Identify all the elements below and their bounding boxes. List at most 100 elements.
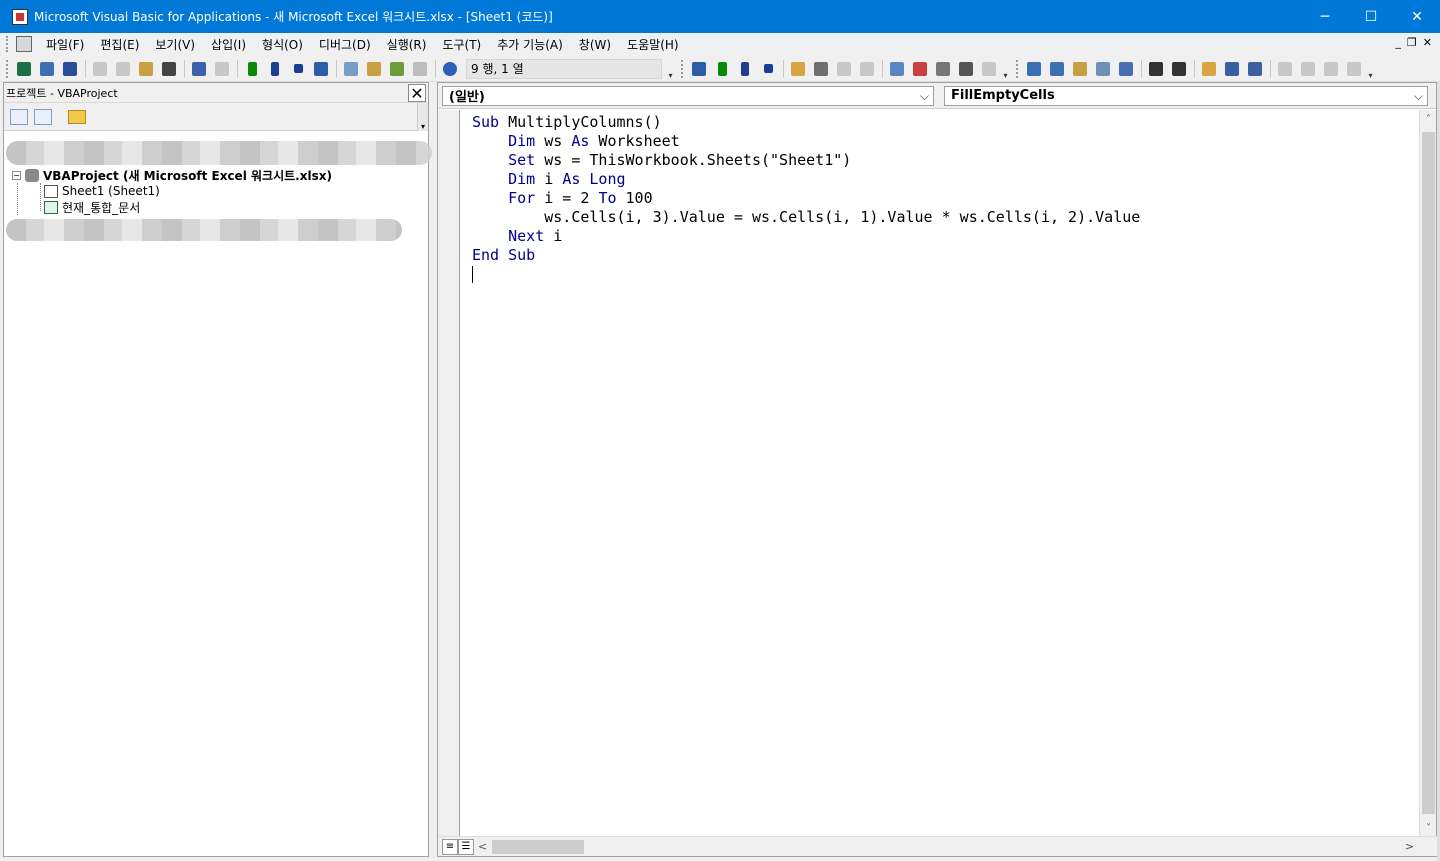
mdi-restore-button[interactable]: ❐ bbox=[1407, 36, 1417, 49]
toolbar-overflow-chevron[interactable]: ▾ bbox=[1001, 58, 1010, 80]
horizontal-scroll-thumb[interactable] bbox=[492, 840, 584, 854]
menu-view[interactable]: 보기(V) bbox=[147, 36, 203, 53]
call-stack-button[interactable] bbox=[978, 58, 1000, 80]
maximize-button[interactable]: ☐ bbox=[1348, 0, 1394, 33]
locals-window-button[interactable] bbox=[886, 58, 908, 80]
code-margin-indicator-bar[interactable] bbox=[438, 110, 460, 838]
menu-run[interactable]: 실행(R) bbox=[379, 36, 435, 53]
procedure-dropdown[interactable]: FillEmptyCells ⌵ bbox=[944, 85, 1428, 106]
copy-button[interactable] bbox=[112, 58, 134, 80]
object-browser-button[interactable] bbox=[386, 58, 408, 80]
menu-addins[interactable]: 추가 기능(A) bbox=[489, 36, 571, 53]
run-button[interactable] bbox=[241, 58, 263, 80]
object-browser-icon bbox=[390, 61, 404, 76]
collapse-icon[interactable]: − bbox=[12, 170, 21, 180]
toolbar-grip[interactable] bbox=[6, 59, 10, 78]
menu-debug[interactable]: 디버그(D) bbox=[311, 36, 379, 53]
close-button[interactable]: ✕ bbox=[1394, 0, 1440, 33]
toggle-breakpoint-button[interactable] bbox=[787, 58, 809, 80]
undo-button[interactable] bbox=[188, 58, 210, 80]
comment-block-button[interactable] bbox=[1221, 58, 1243, 80]
list-constants-button[interactable] bbox=[1046, 58, 1068, 80]
menu-tools[interactable]: 도구(T) bbox=[434, 36, 489, 53]
reset-button[interactable] bbox=[287, 58, 309, 80]
toggle-breakpoint-edit-button[interactable] bbox=[1198, 58, 1220, 80]
project-explorer-button[interactable] bbox=[340, 58, 362, 80]
menu-file[interactable]: 파일(F) bbox=[38, 36, 92, 53]
project-explorer-close-button[interactable]: ✕ bbox=[408, 84, 426, 103]
step-over-button[interactable] bbox=[833, 58, 855, 80]
procedure-view-button[interactable]: ≡ bbox=[442, 839, 458, 855]
copy-icon bbox=[116, 61, 130, 76]
step-into-button[interactable] bbox=[810, 58, 832, 80]
toolbar-grip[interactable] bbox=[1016, 59, 1020, 78]
save-button[interactable] bbox=[59, 58, 81, 80]
complete-word-icon bbox=[1119, 61, 1133, 76]
toolbox-button[interactable] bbox=[409, 58, 431, 80]
immediate-window-button[interactable] bbox=[909, 58, 931, 80]
menu-format[interactable]: 형식(O) bbox=[254, 36, 311, 53]
vba-menu-icon[interactable] bbox=[16, 36, 32, 52]
object-dropdown[interactable]: (일반) ⌵ bbox=[442, 85, 934, 106]
vertical-scrollbar[interactable]: ˄ ˅ bbox=[1419, 110, 1436, 838]
next-bookmark-button[interactable] bbox=[1297, 58, 1319, 80]
view-excel-button[interactable] bbox=[13, 58, 35, 80]
horizontal-scrollbar[interactable]: ≡ ☰ < > bbox=[438, 836, 1438, 856]
quick-watch-button[interactable] bbox=[955, 58, 977, 80]
chevron-down-icon[interactable]: ⌵ bbox=[920, 89, 929, 104]
debug-reset-button[interactable] bbox=[757, 58, 779, 80]
design-mode-button[interactable] bbox=[310, 58, 332, 80]
menu-edit[interactable]: 편집(E) bbox=[92, 36, 147, 53]
watch-window-button[interactable] bbox=[932, 58, 954, 80]
scroll-down-arrow-icon[interactable]: ˅ bbox=[1420, 820, 1437, 837]
project-toolbar-chevron[interactable]: ▾ bbox=[417, 103, 428, 131]
minimize-button[interactable]: ─ bbox=[1302, 0, 1348, 33]
debug-break-button[interactable] bbox=[734, 58, 756, 80]
view-object-icon[interactable] bbox=[34, 108, 52, 125]
view-code-icon[interactable] bbox=[10, 108, 28, 125]
mdi-close-button[interactable]: ✕ bbox=[1423, 36, 1432, 49]
code-line-9 bbox=[472, 265, 1140, 284]
mdi-minimize-button[interactable]: _ bbox=[1395, 36, 1401, 49]
vertical-scroll-thumb[interactable] bbox=[1422, 132, 1435, 814]
chevron-down-icon[interactable]: ⌵ bbox=[1414, 89, 1423, 104]
previous-bookmark-button[interactable] bbox=[1320, 58, 1342, 80]
find-button[interactable] bbox=[158, 58, 180, 80]
toolbar-overflow-chevron[interactable]: ▾ bbox=[666, 58, 675, 80]
toggle-folders-icon[interactable] bbox=[68, 109, 86, 124]
help-button[interactable] bbox=[439, 58, 461, 80]
scroll-right-arrow-icon[interactable]: > bbox=[1401, 838, 1418, 855]
complete-word-button[interactable] bbox=[1115, 58, 1137, 80]
redo-button[interactable] bbox=[211, 58, 233, 80]
outdent-button[interactable] bbox=[1168, 58, 1190, 80]
menubar-grip[interactable] bbox=[6, 36, 12, 52]
toolbar-overflow-chevron[interactable]: ▾ bbox=[1366, 58, 1375, 80]
menu-help[interactable]: 도움말(H) bbox=[619, 36, 687, 53]
code-editor[interactable]: Sub MultiplyColumns() Dim ws As Workshee… bbox=[472, 113, 1140, 284]
scroll-left-arrow-icon[interactable]: < bbox=[474, 838, 491, 855]
scroll-up-arrow-icon[interactable]: ˄ bbox=[1420, 111, 1437, 128]
tree-item-vbaproject[interactable]: − VBAProject (새 Microsoft Excel 워크시트.xls… bbox=[12, 167, 332, 183]
quick-info-button[interactable] bbox=[1069, 58, 1091, 80]
menu-insert[interactable]: 삽입(I) bbox=[203, 36, 254, 53]
toolbar-grip[interactable] bbox=[681, 59, 685, 78]
insert-userform-button[interactable] bbox=[36, 58, 58, 80]
cut-button[interactable] bbox=[89, 58, 111, 80]
tree-item-sheet1[interactable]: Sheet1 (Sheet1) bbox=[12, 183, 332, 199]
full-module-view-button[interactable]: ☰ bbox=[458, 839, 474, 855]
tree-item-thisworkbook[interactable]: 현재_통합_문서 bbox=[12, 199, 332, 215]
step-out-button[interactable] bbox=[856, 58, 878, 80]
indent-button[interactable] bbox=[1145, 58, 1167, 80]
parameter-info-button[interactable] bbox=[1092, 58, 1114, 80]
toggle-bookmark-button[interactable] bbox=[1274, 58, 1296, 80]
clear-bookmarks-button[interactable] bbox=[1343, 58, 1365, 80]
break-button[interactable] bbox=[264, 58, 286, 80]
vba-app-icon[interactable] bbox=[12, 8, 28, 25]
paste-button[interactable] bbox=[135, 58, 157, 80]
debug-run-button[interactable] bbox=[711, 58, 733, 80]
properties-button[interactable] bbox=[363, 58, 385, 80]
debug-design-button[interactable] bbox=[688, 58, 710, 80]
uncomment-block-button[interactable] bbox=[1244, 58, 1266, 80]
list-properties-button[interactable] bbox=[1023, 58, 1045, 80]
menu-window[interactable]: 창(W) bbox=[571, 36, 619, 53]
